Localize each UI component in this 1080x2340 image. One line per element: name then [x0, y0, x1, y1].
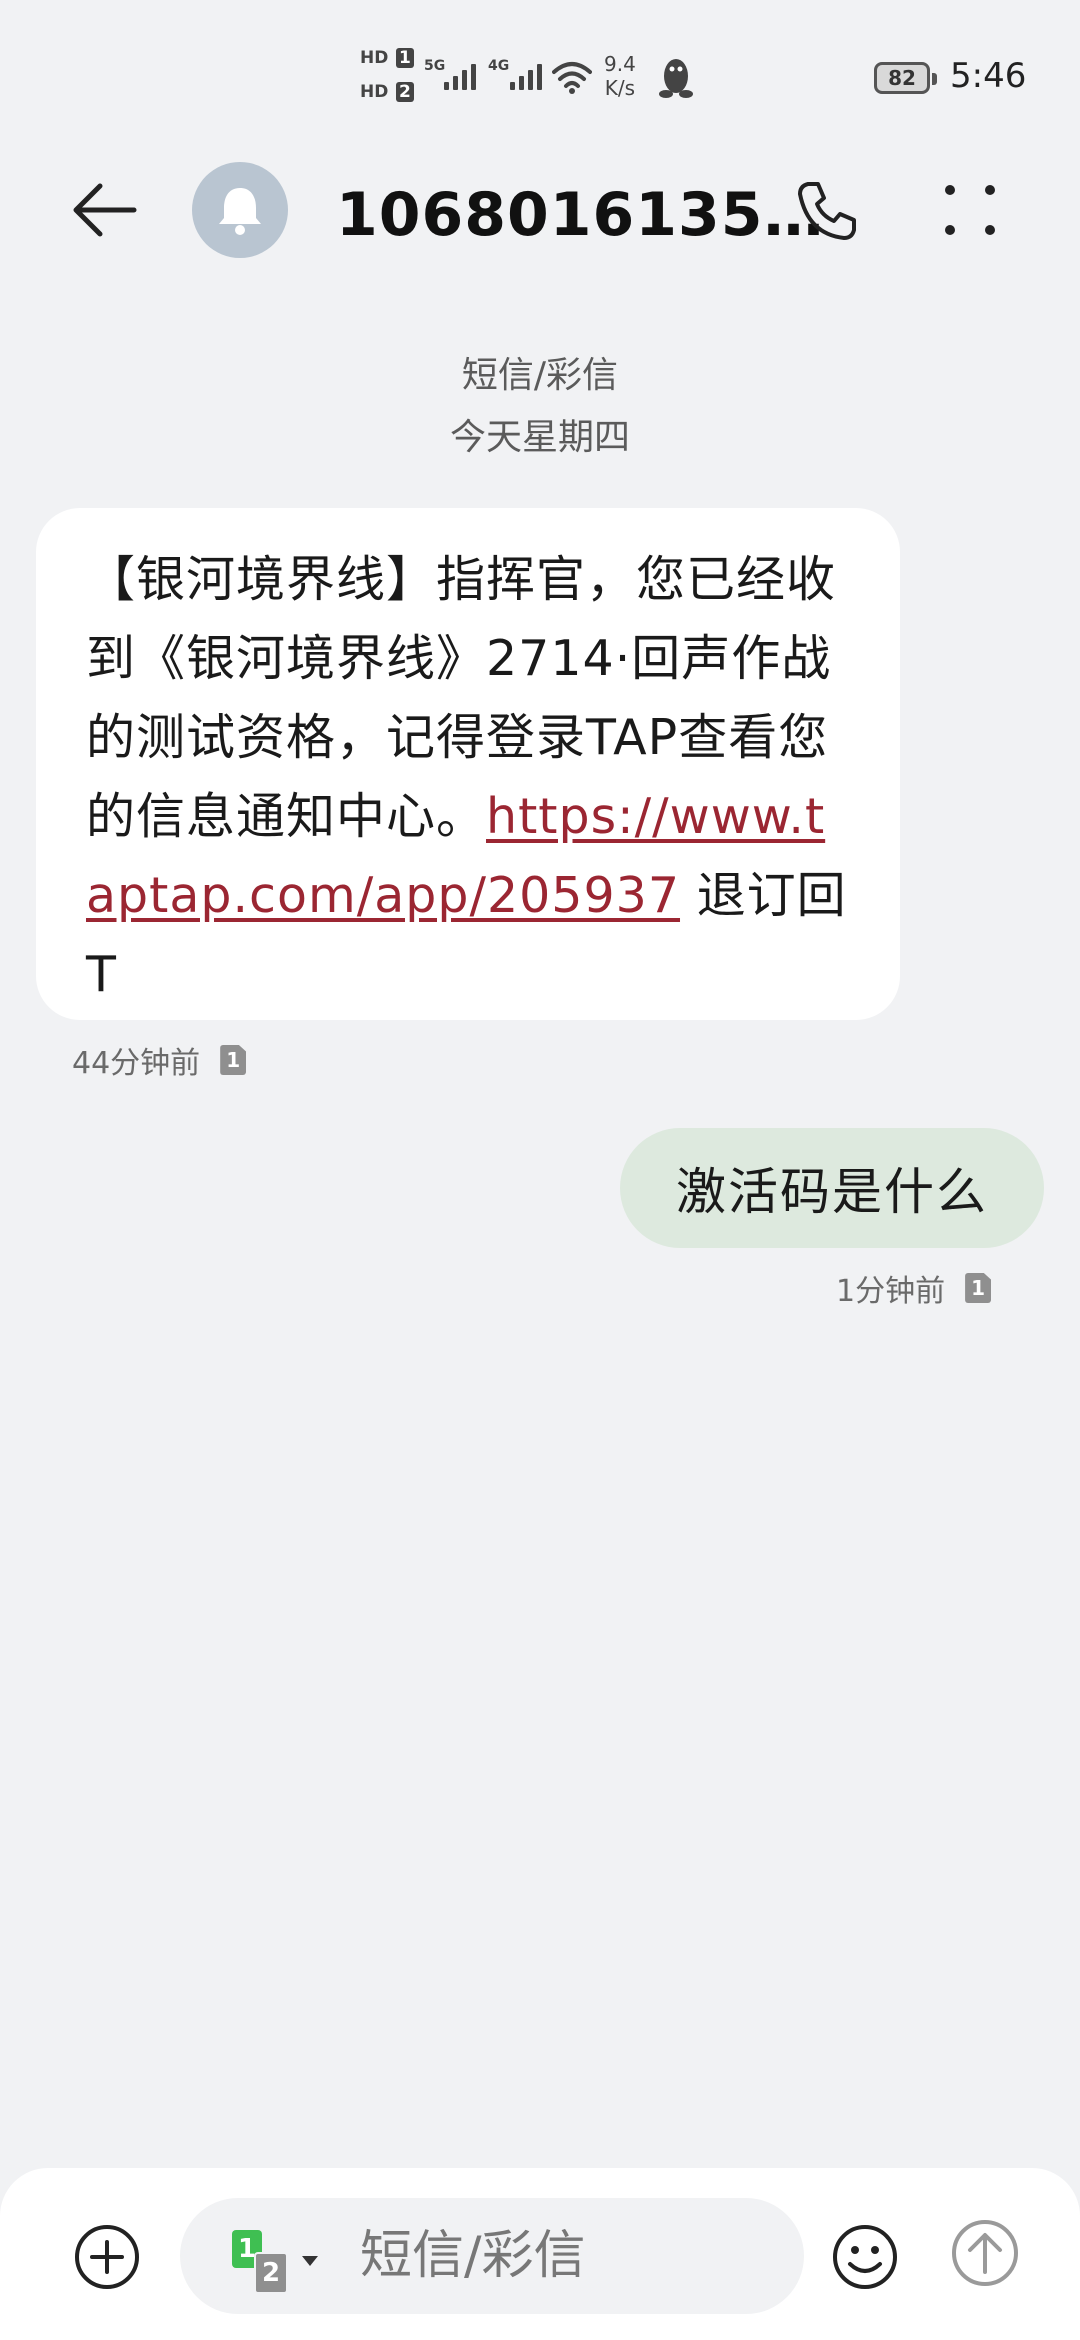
network-type-2: 4G — [488, 58, 510, 74]
message-input[interactable] — [360, 2198, 780, 2314]
network-type-1: 5G — [424, 58, 446, 74]
status-bar: HD 1 HD 2 5G 4G 9.4 K/s 82 5:46 — [0, 0, 1080, 150]
network-speed: 9.4 K/s — [604, 52, 636, 100]
bell-icon — [219, 188, 261, 235]
message-time: 44分钟前 — [72, 1046, 201, 1081]
message-time: 1分钟前 — [836, 1274, 946, 1309]
emoji-icon[interactable] — [830, 2222, 900, 2292]
caret-down-icon — [302, 2256, 318, 2266]
network-speed-unit: K/s — [604, 76, 636, 100]
sim-card-icon: 1 — [220, 1045, 247, 1075]
incoming-message-bubble[interactable]: 【银河境界线】指挥官，您已经收到《银河境界线》2714·回声作战的测试资格，记得… — [36, 508, 900, 1020]
phone-icon[interactable] — [794, 178, 860, 244]
sim-selector[interactable]: 1 2 — [232, 2230, 322, 2294]
plus-circle-icon[interactable] — [72, 2222, 142, 2292]
status-time: 5:46 — [950, 56, 1027, 96]
wifi-icon — [552, 62, 592, 94]
hd2-sim-number: 2 — [396, 82, 414, 102]
signal-bars-1-icon — [444, 64, 476, 90]
message-composer: 1 2 — [0, 2168, 1080, 2340]
avatar[interactable] — [192, 162, 288, 258]
incoming-message-text: 【银河境界线】指挥官，您已经收到《银河境界线》2714·回声作战的测试资格，记得… — [86, 540, 850, 1014]
contact-title[interactable]: 1068016135… — [336, 180, 824, 250]
channel-label: 短信/彩信 — [461, 355, 619, 396]
hd2-label: HD — [360, 82, 389, 102]
outgoing-message-bubble[interactable]: 激活码是什么 — [620, 1128, 1044, 1248]
outgoing-message-text: 激活码是什么 — [676, 1163, 988, 1221]
incoming-message-meta: 44分钟前 1 — [72, 1038, 247, 1082]
hd1-sim-number: 1 — [396, 48, 414, 68]
qq-penguin-icon — [659, 59, 693, 98]
sim-secondary-icon: 2 — [254, 2252, 288, 2294]
sim-card-icon: 1 — [965, 1273, 992, 1303]
hd-indicators: HD 1 HD 2 — [360, 48, 416, 112]
hd1-label: HD — [360, 48, 389, 68]
input-container: 1 2 — [180, 2198, 804, 2314]
network-speed-value: 9.4 — [604, 52, 636, 76]
battery-indicator: 82 — [874, 62, 937, 94]
back-arrow-icon[interactable] — [70, 178, 142, 242]
date-label: 今天星期四 — [449, 417, 630, 458]
outgoing-message-meta: 1分钟前 1 — [836, 1266, 992, 1310]
send-up-arrow-icon[interactable] — [950, 2218, 1020, 2288]
more-dots-icon[interactable] — [940, 180, 1000, 240]
signal-bars-2-icon — [510, 64, 542, 90]
conversation-header: 1068016135… — [0, 150, 1080, 270]
